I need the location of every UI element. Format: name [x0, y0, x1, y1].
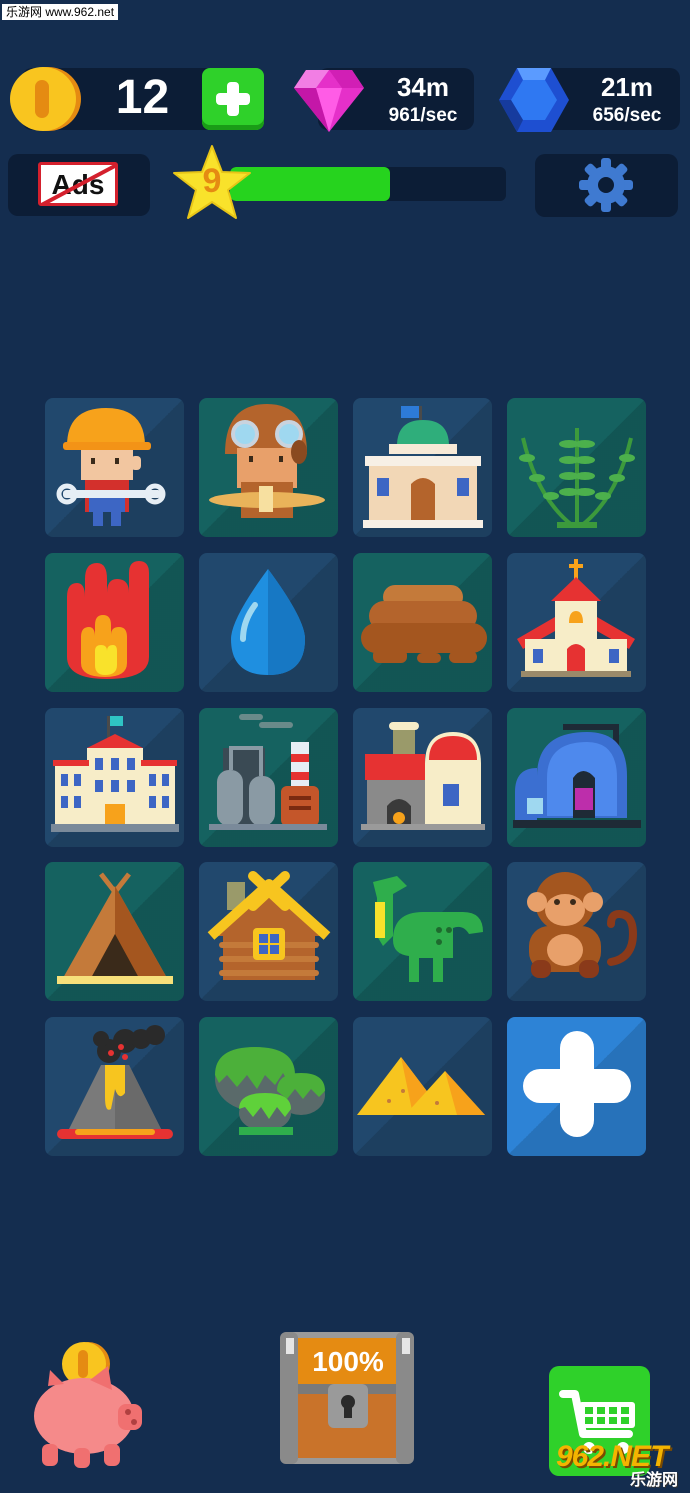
piggy-bank-icon[interactable] [28, 1340, 148, 1470]
element-tile-dinosaur[interactable] [353, 862, 492, 1001]
sapphire-amount: 21m [600, 72, 654, 102]
moss-rocks-icon [215, 1047, 325, 1135]
element-tile-fire[interactable] [45, 553, 184, 692]
element-tile-teepee[interactable] [45, 862, 184, 1001]
teepee-icon [57, 872, 173, 984]
level-number: 9 [202, 162, 222, 200]
element-tile-moss-rocks[interactable] [199, 1017, 338, 1156]
gold-coin-icon [10, 67, 81, 131]
element-tile-volcano[interactable] [45, 1017, 184, 1156]
element-tile-museum[interactable] [353, 398, 492, 537]
sand-dunes-icon [357, 1057, 485, 1115]
volcano-icon [57, 1025, 173, 1139]
remove-ads-button[interactable]: Ads [8, 154, 150, 216]
construction-worker-icon [56, 408, 166, 526]
element-tile-construction-worker[interactable] [45, 398, 184, 537]
element-tile-log-cabin[interactable] [199, 862, 338, 1001]
element-tile-church[interactable] [507, 553, 646, 692]
university-icon [51, 716, 179, 832]
element-tile-monkey[interactable] [507, 862, 646, 1001]
element-tile-water[interactable] [199, 553, 338, 692]
level-progress-fill [230, 167, 391, 201]
log-cabin-icon [207, 871, 331, 980]
gem-amount: 34m [396, 72, 450, 102]
element-tile-mud[interactable] [353, 553, 492, 692]
buy-coins-button[interactable] [202, 68, 264, 130]
chest-progress-label: 100% [312, 1346, 384, 1377]
factory-icon [209, 714, 327, 830]
element-tile-igloo-lab[interactable] [507, 708, 646, 847]
no-ads-icon: Ads [38, 162, 118, 206]
church-icon [517, 559, 635, 677]
water-drop-icon [231, 569, 305, 675]
fern-icon [519, 428, 635, 528]
watermark-bottom: 962.NET 乐游网 [548, 1440, 688, 1490]
element-tile-forge[interactable] [353, 708, 492, 847]
coin-count: 12 [115, 71, 170, 124]
element-tile-sand-dunes[interactable] [353, 1017, 492, 1156]
element-tile-aviator[interactable] [199, 398, 338, 537]
aviator-icon [209, 404, 325, 518]
museum-icon [363, 406, 483, 528]
settings-button[interactable] [535, 154, 678, 217]
blue-gem-icon [499, 68, 569, 132]
fire-icon [67, 561, 149, 679]
mud-icon [361, 585, 487, 663]
level-progress-bar [230, 167, 506, 201]
element-tile-university[interactable] [45, 708, 184, 847]
plus-icon [523, 1031, 631, 1137]
igloo-lab-icon [513, 724, 641, 828]
dinosaur-icon [373, 876, 483, 982]
element-tile-factory[interactable] [199, 708, 338, 847]
element-tile-fern[interactable] [507, 398, 646, 537]
watermark-top: 乐游网 www.962.net [2, 4, 119, 20]
gem-rate: 961/sec [388, 105, 458, 126]
add-element-button[interactable] [507, 1017, 646, 1156]
monkey-icon [527, 872, 638, 978]
forge-icon [361, 722, 485, 830]
sapphire-rate: 656/sec [592, 105, 662, 126]
pink-gem-icon [294, 70, 364, 132]
gear-icon [579, 158, 633, 212]
watermark-subtitle: 乐游网 [630, 1472, 679, 1489]
